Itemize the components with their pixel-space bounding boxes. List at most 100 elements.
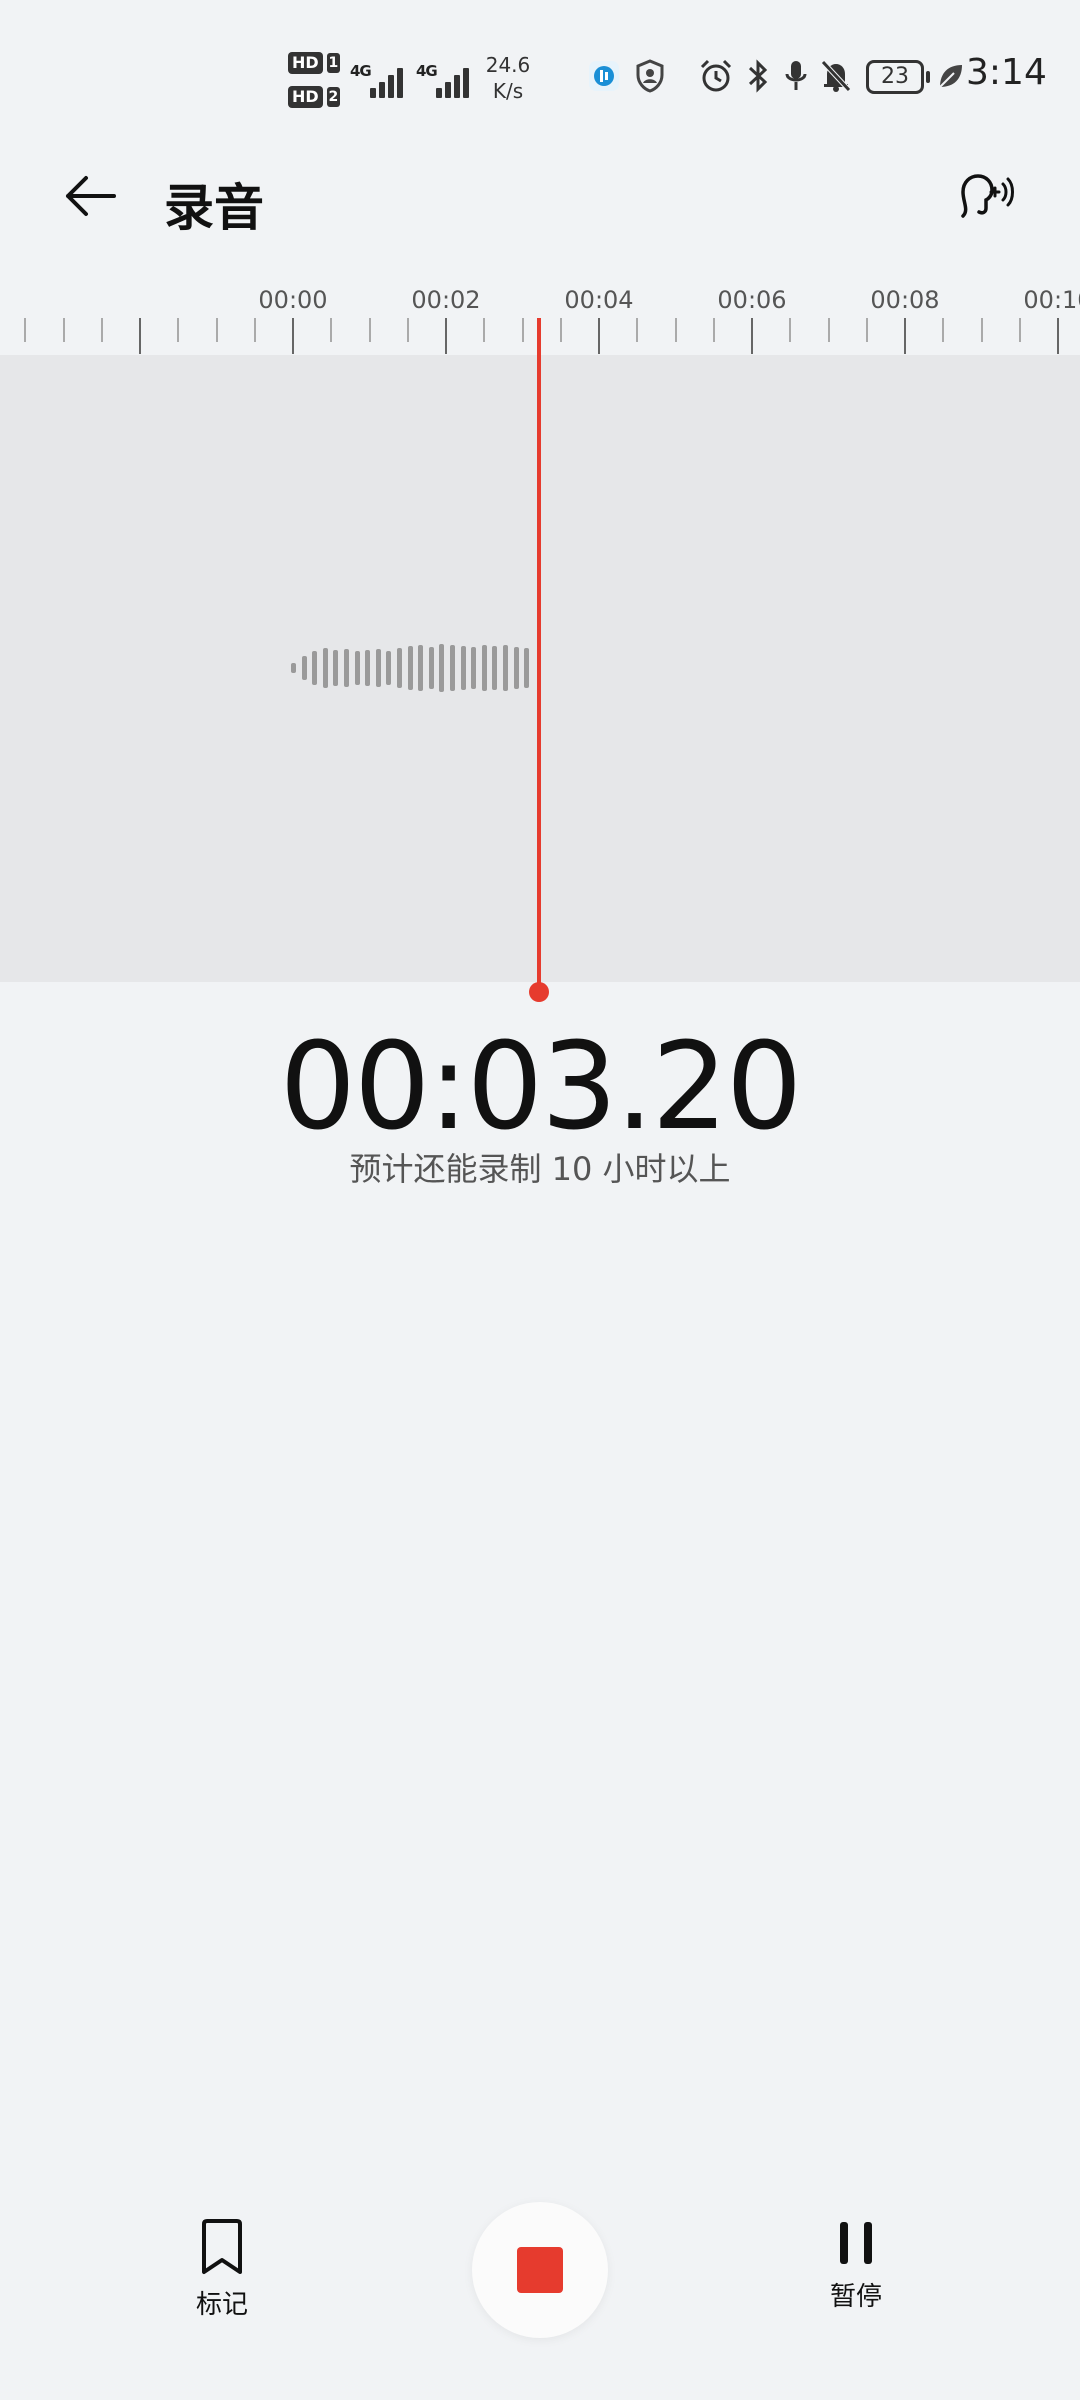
signal-2-indicator: 4G (416, 58, 476, 98)
waveform-bar (524, 648, 530, 688)
remaining-time-text: 预计还能录制 10 小时以上 (349, 1150, 731, 1188)
net-speed-unit: K/s (492, 79, 524, 103)
hd-2-indicator: HD 2 (288, 84, 340, 110)
timeline-major-tick (598, 318, 600, 354)
timeline-minor-tick (368, 318, 371, 342)
back-button[interactable] (58, 164, 122, 228)
stop-button[interactable] (472, 2202, 608, 2338)
app-bar: 录音 (0, 150, 1080, 240)
waveform-bar (291, 663, 296, 673)
timeline-label: 00:08 (870, 286, 940, 314)
waveform-bar (492, 646, 498, 690)
waveform-bar (503, 645, 508, 691)
pause-icon (840, 2222, 872, 2264)
waveform-bar (333, 650, 339, 686)
timeline-minor-tick (24, 318, 27, 342)
timeline-label: 00:10 (1023, 286, 1080, 314)
timeline-minor-tick (980, 318, 983, 342)
timeline-minor-tick (215, 318, 218, 342)
playhead-line[interactable] (537, 318, 541, 992)
battery-indicator: 23 (866, 60, 930, 94)
signal-1-bars-icon (368, 62, 412, 98)
waveform-bar (460, 646, 466, 690)
timeline-minor-tick (100, 318, 103, 342)
arrow-left-icon (66, 176, 116, 216)
timeline-minor-tick (406, 318, 409, 342)
waveform-bar (439, 644, 445, 692)
elapsed-time: 00:03.20 (279, 1018, 803, 1157)
mark-button[interactable]: 标记 (172, 2218, 272, 2321)
mic-icon (778, 58, 814, 94)
timeline-minor-tick (62, 318, 65, 342)
waveform-bar (322, 648, 328, 688)
timeline-minor-tick (827, 318, 830, 342)
timeline-minor-tick (559, 318, 562, 342)
timeline-minor-tick (712, 318, 715, 342)
timeline-minor-tick (1018, 318, 1021, 342)
waveform-bar (450, 645, 455, 691)
hd-2-label: HD (288, 86, 323, 108)
mark-label: 标记 (195, 2290, 248, 2320)
timeline-minor-tick (253, 318, 256, 342)
signal-1-indicator: 4G (350, 58, 410, 98)
waveform-bar (375, 649, 381, 687)
timeline-major-tick (445, 318, 447, 354)
stop-icon (517, 2247, 563, 2293)
status-bar: HD 1 HD 2 4G 4G 24.6 K/s 23 3:14 (0, 0, 1080, 150)
timeline-minor-tick (942, 318, 945, 342)
bluetooth-icon (740, 58, 776, 94)
timeline-minor-tick (177, 318, 180, 342)
status-time: 3:14 (966, 52, 1047, 93)
timeline-minor-tick (330, 318, 333, 342)
timeline-label: 00:04 (564, 286, 634, 314)
voice-enhance-button[interactable] (950, 162, 1020, 232)
leaf-icon (932, 58, 968, 94)
waveform-bar (344, 649, 349, 687)
timeline-major-tick (751, 318, 753, 354)
hd-indicators: HD 1 HD 2 (288, 50, 340, 118)
timeline-minor-tick (865, 318, 868, 342)
waveform-bar (386, 651, 392, 685)
shield-icon (632, 58, 668, 94)
timeline-minor-tick (789, 318, 792, 342)
hd-1-label: HD (288, 52, 323, 74)
pause-label: 暂停 (829, 2282, 882, 2312)
recorder-screen: HD 1 HD 2 4G 4G 24.6 K/s 23 3:14 录音 00:0… (0, 0, 1080, 2400)
waveform-bar (513, 647, 519, 689)
bookmark-icon (202, 2219, 242, 2274)
waveform-bar (365, 650, 371, 686)
playhead-handle[interactable] (529, 982, 549, 1002)
waveform-bar (397, 648, 402, 688)
app-icon (586, 58, 622, 94)
net-speed-value: 24.6 (485, 53, 531, 77)
page-title: 录音 (164, 179, 264, 237)
hd-1-indicator: HD 1 (288, 50, 340, 76)
alarm-icon (698, 58, 734, 94)
bell-off-icon (818, 58, 854, 94)
timeline-label: 00:02 (411, 286, 481, 314)
timeline-major-tick (1057, 318, 1059, 354)
waveform-bar (354, 651, 360, 685)
waveform-bar (418, 645, 424, 691)
waveform-bar (471, 647, 477, 689)
waveform-bar (407, 646, 413, 690)
timeline-major-tick (139, 318, 141, 354)
timeline-major-tick (292, 318, 294, 354)
signal-2-bars-icon (434, 62, 478, 98)
timeline-minor-tick (636, 318, 639, 342)
timeline-minor-tick (521, 318, 524, 342)
timeline-label: 00:06 (717, 286, 787, 314)
hd-1-num: 1 (326, 53, 340, 73)
waveform-bar (301, 656, 307, 680)
hd-2-num: 2 (326, 87, 340, 107)
timeline-label: 00:00 (258, 286, 328, 314)
timeline-major-tick (904, 318, 906, 354)
voice-enhance-icon (961, 174, 1014, 218)
timeline-minor-tick (483, 318, 486, 342)
net-speed: 24.6 K/s (480, 52, 536, 104)
timeline-minor-tick (674, 318, 677, 342)
waveform-bar (481, 645, 487, 691)
pause-button[interactable]: 暂停 (806, 2218, 906, 2313)
waveform-bar (428, 647, 434, 689)
waveform-bar (312, 651, 318, 685)
